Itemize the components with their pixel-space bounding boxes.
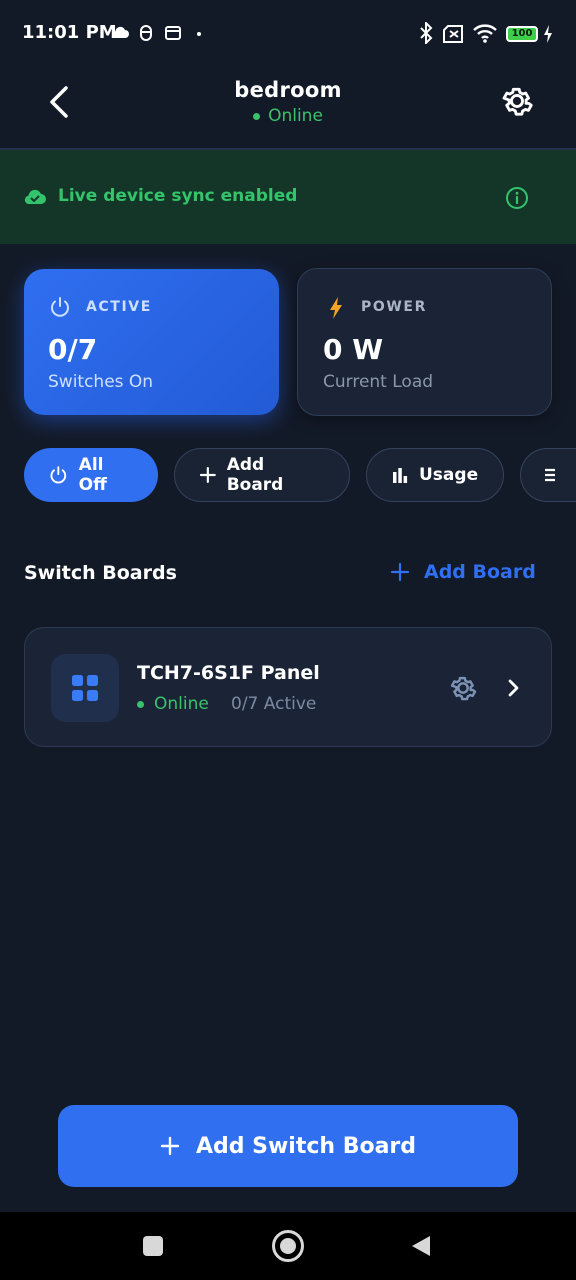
power-value: 0 W	[323, 333, 384, 366]
gear-icon	[450, 676, 477, 701]
mouse-icon	[140, 25, 152, 41]
info-icon	[506, 187, 528, 209]
connection-status-label: Online	[268, 106, 323, 126]
list-icon	[545, 468, 555, 482]
settings-button[interactable]	[498, 82, 536, 120]
home-button[interactable]	[272, 1230, 304, 1262]
gear-icon	[502, 87, 533, 116]
usage-chip[interactable]: Usage	[366, 448, 504, 502]
grid-icon	[72, 675, 98, 701]
calendar-icon	[165, 26, 181, 40]
board-active-count: 0/7 Active	[231, 694, 317, 714]
power-sub: Current Load	[323, 372, 434, 392]
active-sub: Switches On	[48, 372, 154, 392]
status-bar: 11:01 PM 100	[0, 0, 576, 70]
board-card[interactable]: TCH7-6S1F Panel Online 0/7 Active	[24, 627, 552, 747]
recents-button[interactable]	[143, 1236, 163, 1256]
add-switch-board-button[interactable]: Add Switch Board	[58, 1105, 518, 1187]
plus-icon	[390, 562, 410, 582]
system-nav-bar	[0, 1212, 576, 1280]
cloud-icon	[112, 26, 129, 38]
add-switch-board-label: Add Switch Board	[195, 1133, 417, 1159]
more-chip[interactable]	[520, 448, 576, 502]
add-board-chip-label: Add Board	[226, 455, 284, 495]
board-status-dot	[137, 700, 144, 708]
board-name: TCH7-6S1F Panel	[137, 662, 320, 684]
board-status-label: Online	[154, 694, 209, 714]
info-button[interactable]	[504, 185, 530, 211]
power-stat-card: POWER 0 W Current Load	[297, 268, 552, 416]
board-status: Online	[137, 694, 209, 714]
section-add-board-label: Add Board	[424, 561, 536, 583]
power-label: POWER	[361, 299, 427, 315]
add-board-chip[interactable]: Add Board	[174, 448, 350, 502]
active-stat-card: ACTIVE 0/7 Switches On	[24, 269, 279, 415]
plus-icon	[199, 467, 216, 483]
bolt-icon	[330, 297, 342, 319]
back-nav-button[interactable]	[410, 1234, 432, 1258]
all-off-chip[interactable]: All Off	[24, 448, 158, 502]
wifi-icon	[473, 24, 497, 43]
power-icon	[50, 466, 67, 484]
active-label: ACTIVE	[86, 299, 152, 315]
bar-chart-icon	[393, 468, 408, 483]
sync-banner-text: Live device sync enabled	[58, 186, 298, 206]
status-time: 11:01 PM	[22, 22, 117, 43]
all-off-label: All Off	[78, 455, 107, 495]
battery-icon: 100	[506, 26, 538, 42]
board-icon-box	[51, 654, 119, 722]
dot-icon	[197, 32, 201, 36]
active-value: 0/7	[48, 333, 98, 366]
plus-icon	[160, 1136, 180, 1156]
cloud-check-icon	[24, 189, 46, 204]
section-title: Switch Boards	[24, 562, 177, 584]
no-sim-icon	[443, 25, 463, 43]
connection-status: Online	[0, 106, 576, 126]
page-title: bedroom	[234, 78, 342, 102]
status-dot	[253, 112, 261, 120]
section-add-board-link[interactable]: Add Board	[390, 561, 536, 583]
usage-chip-label: Usage	[419, 465, 479, 485]
home-dot	[280, 1238, 296, 1254]
power-icon	[51, 297, 69, 317]
board-settings-button[interactable]	[447, 672, 479, 704]
charging-icon	[544, 25, 552, 43]
chevron-right-icon[interactable]	[501, 676, 525, 700]
bluetooth-icon	[420, 22, 433, 44]
